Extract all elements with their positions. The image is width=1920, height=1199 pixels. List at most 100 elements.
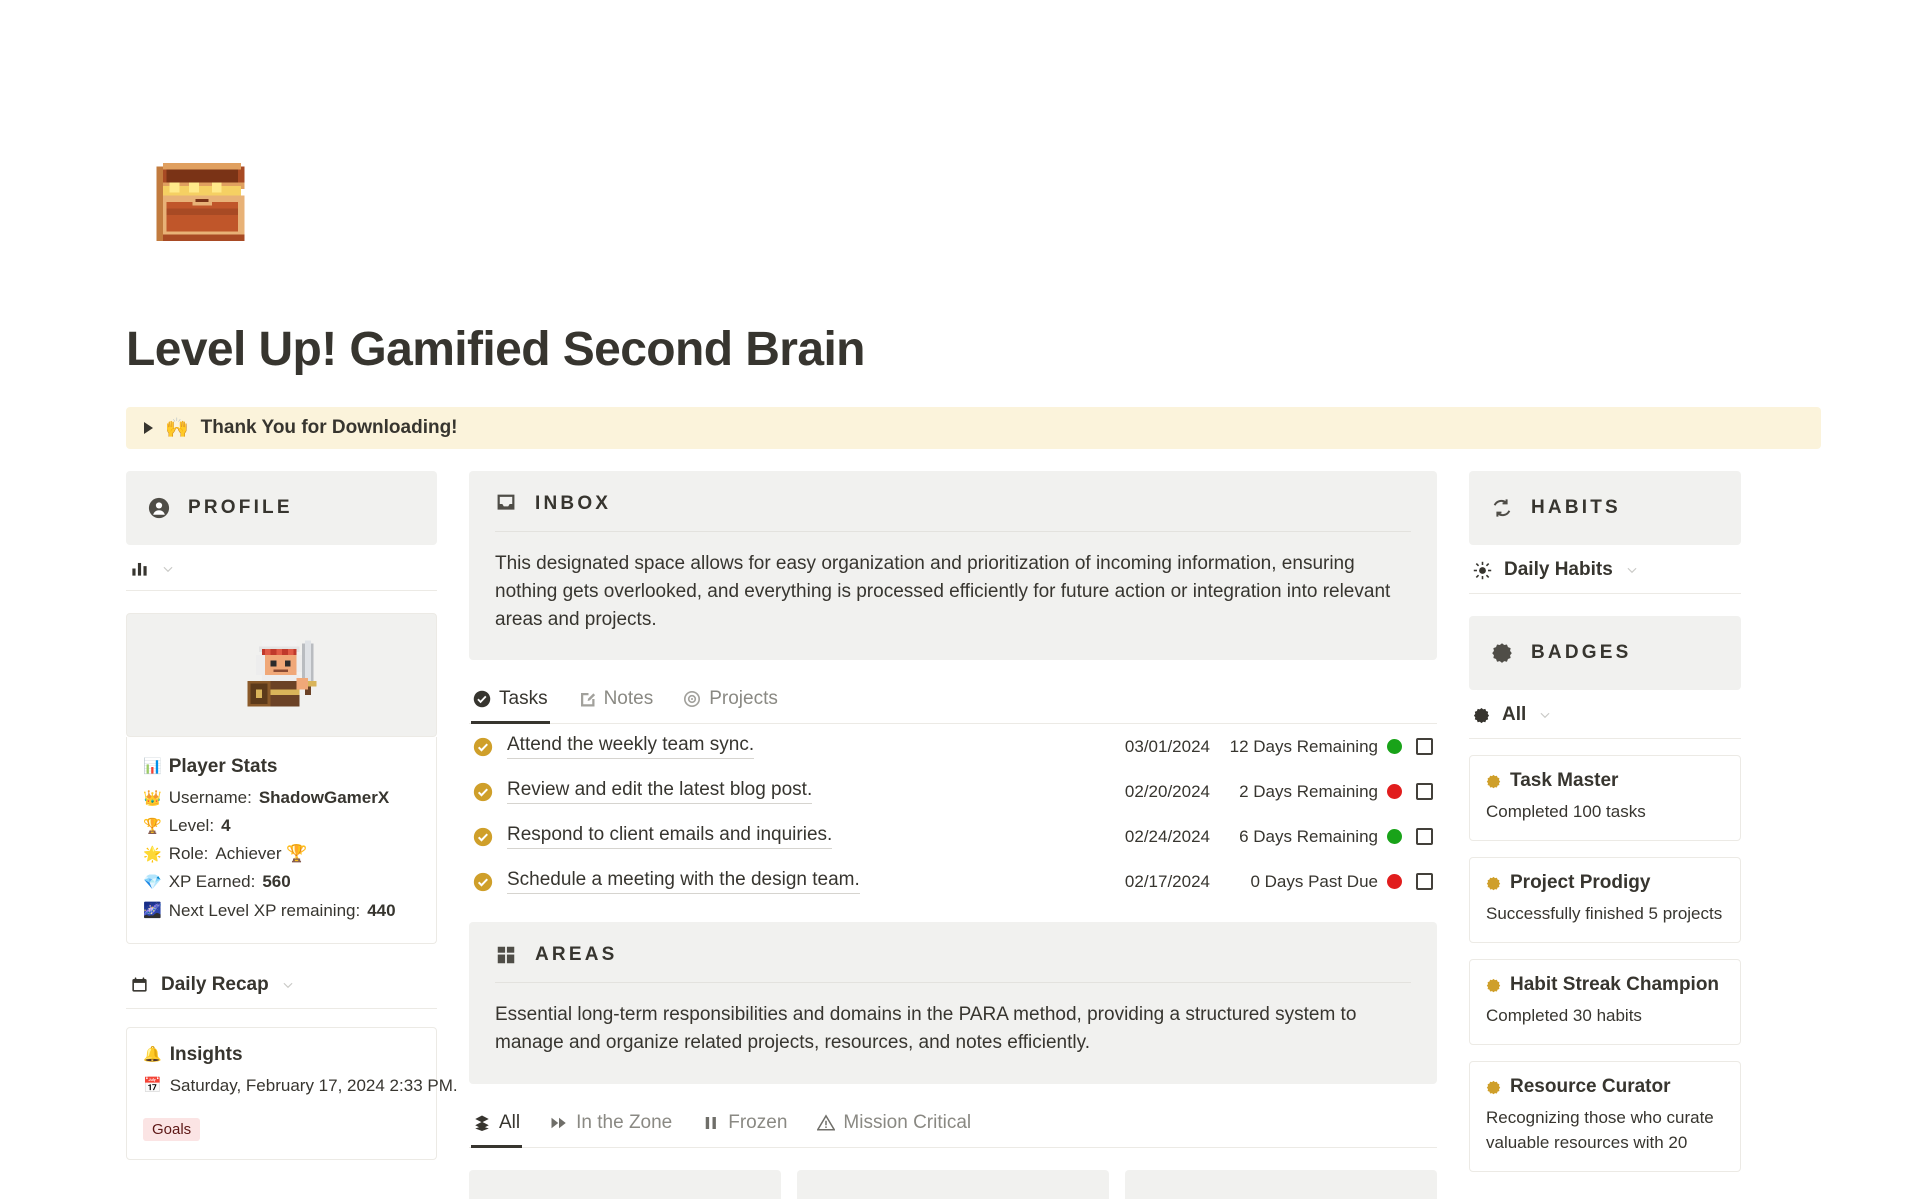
task-remaining: 0 Days Past Due [1250,871,1378,891]
rosette-icon [1486,774,1501,788]
tab-all-areas-label: All [499,1111,521,1133]
profile-column: PROFILE 📊 Player Stats 👑 Username: Shado… [126,471,458,1160]
list-item[interactable]: Resource Curator Recognizing those who c… [1469,1061,1741,1172]
rosette-icon [1486,1080,1501,1095]
table-row[interactable]: Review and edit the latest blog post. 02… [469,769,1437,814]
badges-filter-label: All [1502,704,1527,725]
thank-you-callout[interactable]: 🙌 Thank You for Downloading! [126,407,1821,449]
stat-level: 🏆 Level: 4 [143,812,420,840]
tab-frozen[interactable]: Frozen [700,1106,789,1148]
star-icon: 🌟 [143,845,162,863]
stat-xp-earned: 💎 XP Earned: 560 [143,868,420,896]
raised-hands-icon: 🙌 [165,418,189,439]
badges-filter-toggle[interactable]: All [1469,690,1741,739]
task-status-check-icon[interactable] [473,872,493,892]
badge-description: Completed 100 tasks [1486,802,1646,821]
profile-section-title: PROFILE [188,497,293,518]
divider [495,982,1411,984]
toggle-triangle-icon[interactable] [144,422,153,434]
list-item[interactable]: Task Master Completed 100 tasks [1469,755,1741,842]
tab-mission-critical[interactable]: Mission Critical [815,1106,973,1148]
table-row[interactable]: Schedule a meeting with the design team.… [469,859,1437,904]
badge-name: Task Master [1510,770,1619,791]
bell-icon: 🔔 [143,1046,162,1064]
badge-name: Resource Curator [1510,1076,1671,1098]
task-checkbox[interactable] [1416,738,1433,756]
table-row[interactable]: Attend the weekly team sync. 03/01/2024 … [469,724,1437,769]
stat-value: 440 [367,900,396,920]
gem-icon: 💎 [143,874,162,891]
insights-title: Insights [169,1043,243,1065]
task-date: 02/17/2024 [1124,871,1210,891]
tab-all-areas[interactable]: All [471,1106,523,1148]
inbox-tabs: Tasks Notes Projects [469,682,1437,725]
goals-tag[interactable]: Goals [143,1117,201,1141]
task-checkbox[interactable] [1416,783,1433,801]
daily-recap-toggle[interactable]: Daily Recap [126,960,437,1009]
task-name[interactable]: Schedule a meeting with the design team. [507,869,860,895]
task-status-dot [1387,829,1402,845]
area-card[interactable] [1125,1169,1437,1199]
area-card[interactable] [797,1169,1109,1199]
list-item[interactable]: Project Prodigy Successfully finished 5 … [1469,857,1741,944]
tab-in-the-zone[interactable]: In the Zone [548,1106,674,1148]
player-stats-title: 📊 Player Stats [143,751,420,782]
chevron-down-icon[interactable] [161,562,175,576]
area-card[interactable] [469,1169,781,1199]
badges-section-header: BADGES [1469,616,1741,690]
task-name[interactable]: Respond to client emails and inquiries. [507,824,833,850]
list-item[interactable]: Habit Streak Champion Completed 30 habit… [1469,959,1741,1046]
app-page: Level Up! Gamified Second Brain 🙌 Thank … [0,150,1920,1199]
warning-triangle-icon [817,1113,836,1131]
badge-name: Habit Streak Champion [1510,974,1720,996]
chevron-down-icon[interactable] [1625,563,1639,577]
table-row[interactable]: Respond to client emails and inquiries. … [469,814,1437,859]
target-icon [684,691,701,708]
profile-stats-toggle[interactable] [126,545,437,591]
badge-description: Successfully finished 5 projects [1486,904,1723,924]
page-title: Level Up! Gamified Second Brain [126,323,866,376]
areas-section-title: AREAS [535,944,618,966]
pixel-knight-avatar [247,640,316,707]
task-status-check-icon[interactable] [473,827,493,847]
stat-role: 🌟 Role: Achiever 🏆 [143,840,420,868]
tab-notes[interactable]: Notes [576,682,656,724]
inbox-tray-icon [497,494,515,510]
chevron-down-icon[interactable] [1538,708,1552,722]
main-columns: PROFILE 📊 Player Stats 👑 Username: Shado… [0,471,1920,1199]
layers-icon [475,1115,489,1131]
habits-badges-column: HABITS Daily Habits BADGES All Task Mast… [1453,471,1741,1172]
rosette-icon [1486,876,1501,890]
calendar-emoji-icon: 📅 [143,1077,162,1095]
avatar-card [126,613,437,737]
pencil-square-icon [580,693,595,707]
tab-notes-label: Notes [603,688,654,710]
task-checkbox[interactable] [1416,828,1433,846]
task-status-check-icon[interactable] [473,737,493,757]
stat-label: Role: [168,844,209,864]
badge-description: Recognizing those who curate valuable re… [1486,1108,1714,1152]
areas-description: Essential long-term responsibilities and… [495,1004,1357,1054]
task-date: 02/20/2024 [1124,781,1210,801]
task-date: 02/24/2024 [1124,826,1210,846]
inbox-section-title: INBOX [535,493,612,514]
treasure-chest-icon [150,150,272,272]
tab-tasks-label: Tasks [499,688,548,710]
task-status-dot [1387,739,1402,755]
inbox-description: This designated space allows for easy or… [495,553,1391,631]
task-name[interactable]: Attend the weekly team sync. [507,734,755,760]
chevron-down-icon[interactable] [281,978,295,992]
grid-squares-icon [497,947,515,964]
daily-habits-toggle[interactable]: Daily Habits [1469,545,1741,594]
task-checkbox[interactable] [1416,873,1433,891]
stat-label: Next Level XP remaining: [168,900,361,920]
tab-projects-label: Projects [709,688,778,710]
tab-projects[interactable]: Projects [681,682,780,724]
tab-tasks[interactable]: Tasks [471,682,550,725]
trophy-icon: 🏆 [143,817,162,835]
rosette-icon [1473,707,1490,723]
check-circle-icon [473,691,491,708]
task-name[interactable]: Review and edit the latest blog post. [507,779,813,805]
task-status-check-icon[interactable] [473,782,493,802]
stat-next-level-xp: 🌌 Next Level XP remaining: 440 [143,897,420,925]
